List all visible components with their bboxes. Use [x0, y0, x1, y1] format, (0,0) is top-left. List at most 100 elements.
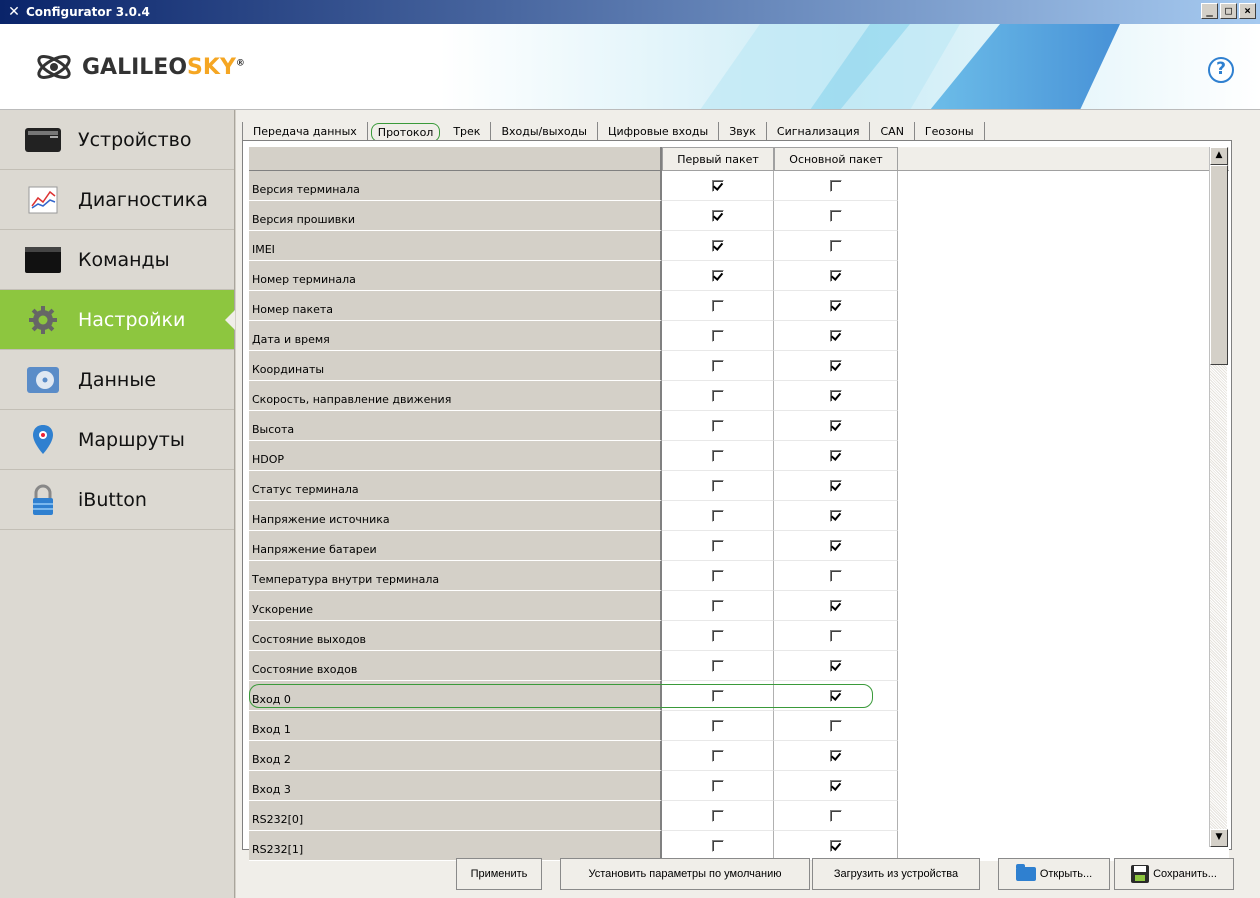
main-packet-checkbox[interactable] [829, 839, 842, 852]
row-filler [898, 531, 1229, 561]
first-packet-checkbox[interactable] [711, 629, 724, 642]
main-packet-checkbox[interactable] [829, 209, 842, 222]
tab-digital-inputs[interactable]: Цифровые входы [597, 122, 720, 142]
window-controls: _ □ × [1201, 3, 1256, 19]
first-packet-cell [662, 561, 774, 591]
first-packet-cell [662, 291, 774, 321]
tab-data-transfer[interactable]: Передача данных [242, 122, 368, 142]
first-packet-checkbox[interactable] [711, 269, 724, 282]
first-packet-checkbox[interactable] [711, 359, 724, 372]
first-packet-checkbox[interactable] [711, 479, 724, 492]
main-packet-checkbox[interactable] [829, 299, 842, 312]
main-packet-cell [774, 531, 898, 561]
scroll-down-button[interactable]: ▼ [1210, 829, 1228, 847]
first-packet-checkbox[interactable] [711, 839, 724, 852]
sidebar-item-data[interactable]: Данные [0, 350, 234, 410]
sidebar-item-settings[interactable]: Настройки [0, 290, 235, 350]
first-packet-checkbox[interactable] [711, 539, 724, 552]
main-packet-checkbox[interactable] [829, 479, 842, 492]
main-packet-checkbox[interactable] [829, 659, 842, 672]
main-packet-checkbox[interactable] [829, 719, 842, 732]
scroll-thumb[interactable] [1210, 165, 1228, 365]
first-packet-checkbox[interactable] [711, 779, 724, 792]
tab-alarm[interactable]: Сигнализация [766, 122, 871, 142]
main-packet-checkbox[interactable] [829, 689, 842, 702]
first-packet-cell [662, 501, 774, 531]
tab-geozones[interactable]: Геозоны [914, 122, 985, 142]
main-packet-cell [774, 741, 898, 771]
first-packet-cell [662, 261, 774, 291]
main-packet-checkbox[interactable] [829, 329, 842, 342]
row-label: Версия терминала [249, 171, 662, 201]
first-packet-checkbox[interactable] [711, 389, 724, 402]
main-packet-checkbox[interactable] [829, 269, 842, 282]
main-packet-checkbox[interactable] [829, 779, 842, 792]
tab-inputs-outputs[interactable]: Входы/выходы [491, 122, 598, 142]
first-packet-checkbox[interactable] [711, 179, 724, 192]
main-packet-checkbox[interactable] [829, 539, 842, 552]
table-row: Состояние входов [249, 651, 1229, 681]
first-packet-checkbox[interactable] [711, 449, 724, 462]
main-packet-checkbox[interactable] [829, 809, 842, 822]
first-packet-checkbox[interactable] [711, 239, 724, 252]
main-packet-checkbox[interactable] [829, 749, 842, 762]
help-icon[interactable]: ? [1208, 57, 1234, 83]
main-packet-checkbox[interactable] [829, 389, 842, 402]
first-packet-checkbox[interactable] [711, 659, 724, 672]
minimize-button[interactable]: _ [1201, 3, 1218, 19]
maximize-button[interactable]: □ [1220, 3, 1237, 19]
table-row: Вход 2 [249, 741, 1229, 771]
main-packet-checkbox[interactable] [829, 599, 842, 612]
tab-sound[interactable]: Звук [719, 122, 767, 142]
vertical-scrollbar[interactable]: ▲ ▼ [1209, 147, 1228, 847]
open-button[interactable]: Открыть... [998, 858, 1110, 890]
first-packet-checkbox[interactable] [711, 749, 724, 762]
apply-button[interactable]: Применить [456, 858, 542, 890]
row-label: Версия прошивки [249, 201, 662, 231]
sidebar-item-commands[interactable]: Команды [0, 230, 234, 290]
sidebar-item-diagnostics[interactable]: Диагностика [0, 170, 234, 230]
row-filler [898, 741, 1229, 771]
first-packet-cell [662, 321, 774, 351]
first-packet-checkbox[interactable] [711, 689, 724, 702]
sidebar-item-routes[interactable]: Маршруты [0, 410, 234, 470]
first-packet-checkbox[interactable] [711, 569, 724, 582]
row-label: Состояние входов [249, 651, 662, 681]
main-packet-checkbox[interactable] [829, 449, 842, 462]
main-packet-checkbox[interactable] [829, 419, 842, 432]
sidebar-item-device[interactable]: Устройство [0, 110, 234, 170]
column-header-main-packet[interactable]: Основной пакет [774, 147, 898, 171]
first-packet-checkbox[interactable] [711, 809, 724, 822]
main-packet-checkbox[interactable] [829, 629, 842, 642]
main-packet-checkbox[interactable] [829, 509, 842, 522]
column-header-first-packet[interactable]: Первый пакет [662, 147, 774, 171]
load-from-device-button[interactable]: Загрузить из устройства [812, 858, 980, 890]
protocol-grid: Первый пакет Основной пакет Версия терми… [249, 147, 1229, 861]
main-packet-checkbox[interactable] [829, 359, 842, 372]
first-packet-checkbox[interactable] [711, 599, 724, 612]
first-packet-checkbox[interactable] [711, 509, 724, 522]
first-packet-checkbox[interactable] [711, 329, 724, 342]
tab-can[interactable]: CAN [870, 122, 915, 142]
close-button[interactable]: × [1239, 3, 1256, 19]
main-packet-checkbox[interactable] [829, 569, 842, 582]
row-label: Вход 2 [249, 741, 662, 771]
set-defaults-button[interactable]: Установить параметры по умолчанию [560, 858, 810, 890]
sidebar-item-label: Настройки [78, 308, 186, 331]
main-packet-checkbox[interactable] [829, 179, 842, 192]
first-packet-cell [662, 711, 774, 741]
first-packet-checkbox[interactable] [711, 419, 724, 432]
tab-track[interactable]: Трек [443, 122, 492, 142]
main-packet-cell [774, 711, 898, 741]
scroll-up-button[interactable]: ▲ [1210, 147, 1228, 165]
main-packet-checkbox[interactable] [829, 239, 842, 252]
first-packet-cell [662, 201, 774, 231]
first-packet-checkbox[interactable] [711, 719, 724, 732]
first-packet-checkbox[interactable] [711, 299, 724, 312]
first-packet-checkbox[interactable] [711, 209, 724, 222]
main-packet-cell [774, 621, 898, 651]
sidebar-item-ibutton[interactable]: iButton [0, 470, 234, 530]
save-button[interactable]: Сохранить... [1114, 858, 1234, 890]
row-filler [898, 171, 1229, 201]
row-filler [898, 411, 1229, 441]
